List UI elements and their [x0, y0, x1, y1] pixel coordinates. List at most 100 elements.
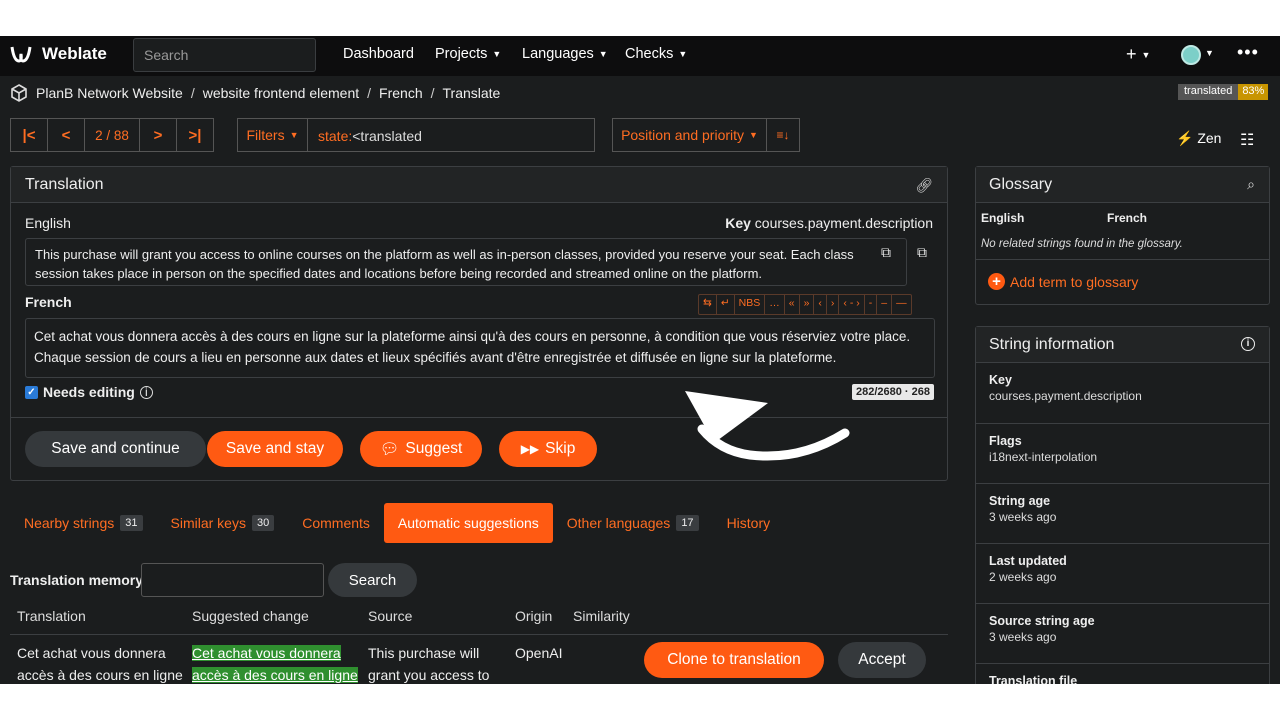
suggest-button[interactable]: 💬︎ Suggest — [360, 431, 482, 467]
info-key: Last updated — [989, 554, 1067, 568]
weblate-logo[interactable]: Weblate — [10, 44, 107, 64]
prev-button[interactable]: < — [47, 118, 85, 152]
top-navbar: Weblate Search Dashboard Projects ▼ Langu… — [0, 36, 1280, 76]
filter-bar: Filters ▼ state:<translated — [237, 118, 595, 152]
save-and-stay-button[interactable]: Save and stay — [207, 431, 343, 467]
special-char-button[interactable]: NBS — [733, 295, 765, 314]
add-menu-button[interactable]: + ▼ — [1126, 44, 1150, 65]
source-language-label: English — [25, 215, 71, 231]
info-value: courses.payment.description — [989, 389, 1142, 403]
cell-line: Cet achat vous donnera — [192, 645, 341, 661]
info-icon[interactable]: i — [1241, 337, 1255, 351]
sort-icon[interactable]: ≡↓ — [767, 119, 799, 151]
info-key: Translation file — [989, 674, 1078, 684]
settings-sliders-icon[interactable]: ☷ — [1240, 130, 1254, 150]
special-char-button[interactable]: – — [876, 295, 891, 314]
link-icon[interactable]: 🔗︎ — [915, 177, 933, 194]
next-button[interactable]: > — [139, 118, 177, 152]
glossary-search-icon[interactable]: ⌕ — [1247, 176, 1255, 193]
suggest-icon: 💬︎ — [379, 440, 400, 458]
tab-similar-keys[interactable]: Similar keys 30 — [157, 503, 289, 543]
zen-button[interactable]: ⚡ Zen — [1176, 130, 1221, 147]
search-input[interactable]: Search — [133, 38, 316, 72]
info-key: Source string age — [989, 614, 1095, 628]
last-button[interactable]: >| — [176, 118, 214, 152]
more-menu-icon[interactable]: ••• — [1237, 42, 1259, 63]
divider — [10, 634, 948, 635]
special-char-button[interactable]: ↵ — [715, 295, 734, 314]
cell-line: accès à des cours en ligne — [192, 667, 358, 683]
col-translation: Translation — [17, 608, 86, 624]
nav-dashboard-label: Dashboard — [343, 46, 414, 62]
glossary-empty: No related strings found in the glossary… — [981, 238, 1183, 250]
sort-dropdown[interactable]: Position and priority ▼ — [613, 119, 767, 151]
translation-textarea[interactable]: Cet achat vous donnera accès à des cours… — [25, 318, 935, 378]
project-cube-icon — [11, 84, 27, 102]
save-and-continue-button[interactable]: Save and continue — [25, 431, 206, 467]
key-label: Key — [725, 215, 751, 231]
badge-value: 83% — [1238, 84, 1269, 100]
sort-control: Position and priority ▼ ≡↓ — [612, 118, 800, 152]
nav-checks[interactable]: Checks ▼ — [625, 46, 687, 62]
fast-forward-icon: ▶▶ — [520, 442, 540, 456]
needs-editing-checkbox[interactable]: ✓ Needs editing i — [25, 384, 153, 400]
breadcrumb-project[interactable]: PlanB Network Website — [36, 85, 183, 101]
info-key: Flags — [989, 434, 1022, 448]
cell-line: Cet achat vous donnera — [17, 645, 166, 661]
tabs: Nearby strings 31 Similar keys 30 Comments… — [10, 503, 784, 543]
tm-search-button[interactable]: Search — [328, 563, 417, 597]
tab-history[interactable]: History — [713, 503, 785, 543]
breadcrumb-component[interactable]: website frontend element — [203, 85, 359, 101]
divider — [976, 259, 1269, 260]
copy-icon[interactable]: ⧉ — [881, 244, 891, 261]
nav-languages[interactable]: Languages ▼ — [522, 46, 608, 62]
tab-other-languages[interactable]: Other languages 17 — [553, 503, 713, 543]
breadcrumb-language[interactable]: French — [379, 85, 423, 101]
avatar[interactable] — [1181, 45, 1201, 65]
tab-comments[interactable]: Comments — [288, 503, 384, 543]
special-char-button[interactable]: ⇆ — [699, 295, 716, 314]
glossary-col-target: French — [1107, 211, 1148, 225]
tab-count: 31 — [120, 515, 143, 531]
nav-projects[interactable]: Projects ▼ — [435, 46, 501, 62]
tab-count: 17 — [676, 515, 699, 531]
tab-automatic-suggestions[interactable]: Automatic suggestions — [383, 503, 553, 543]
nav-dashboard[interactable]: Dashboard — [343, 46, 414, 62]
skip-button[interactable]: ▶▶ Skip — [499, 431, 597, 467]
special-char-button[interactable]: … — [764, 295, 784, 314]
info-value: 3 weeks ago — [989, 510, 1057, 524]
breadcrumb: PlanB Network Website / website frontend … — [10, 84, 500, 102]
annotation-arrow — [685, 391, 850, 461]
string-information-title: String information — [976, 327, 1269, 363]
info-key: String age — [989, 494, 1051, 508]
accept-button[interactable]: Accept — [838, 642, 926, 678]
special-char-button[interactable]: « — [783, 295, 799, 314]
special-char-button[interactable]: ‹ — [813, 295, 826, 314]
tm-row-translation: Cet achat vous donnera accès à des cours… — [17, 642, 183, 684]
first-button[interactable]: |< — [10, 118, 48, 152]
translated-badge: translated 83% — [1178, 84, 1269, 100]
add-term-link[interactable]: + Add term to glossary — [988, 273, 1138, 290]
special-char-button[interactable]: ‹ - › — [838, 295, 863, 314]
special-char-button[interactable]: » — [798, 295, 814, 314]
tab-label: Automatic suggestions — [397, 515, 539, 531]
page-position: 2 / 88 — [84, 118, 140, 152]
tab-nearby-strings[interactable]: Nearby strings 31 — [10, 503, 157, 543]
clone-source-icon[interactable]: ⧉ — [917, 244, 927, 261]
source-text: This purchase will grant you access to o… — [25, 238, 907, 286]
special-char-button[interactable]: - — [863, 295, 877, 314]
filter-query-input[interactable]: state:<translated — [308, 119, 432, 151]
col-origin: Origin — [515, 608, 553, 624]
tab-label: Comments — [302, 515, 370, 531]
tm-search-input[interactable] — [141, 563, 324, 597]
special-char-button[interactable]: — — [891, 295, 911, 314]
brand-name: Weblate — [42, 44, 107, 63]
target-language-label: French — [25, 294, 72, 310]
filters-dropdown[interactable]: Filters ▼ — [238, 119, 308, 151]
tab-label: Nearby strings — [24, 515, 115, 531]
plus-circle-icon: + — [988, 273, 1005, 290]
info-value: 3 weeks ago — [989, 630, 1057, 644]
special-char-button[interactable]: › — [825, 295, 839, 314]
clone-to-translation-button[interactable]: Clone to translation — [644, 642, 824, 678]
string-key: Key courses.payment.description — [725, 215, 933, 231]
